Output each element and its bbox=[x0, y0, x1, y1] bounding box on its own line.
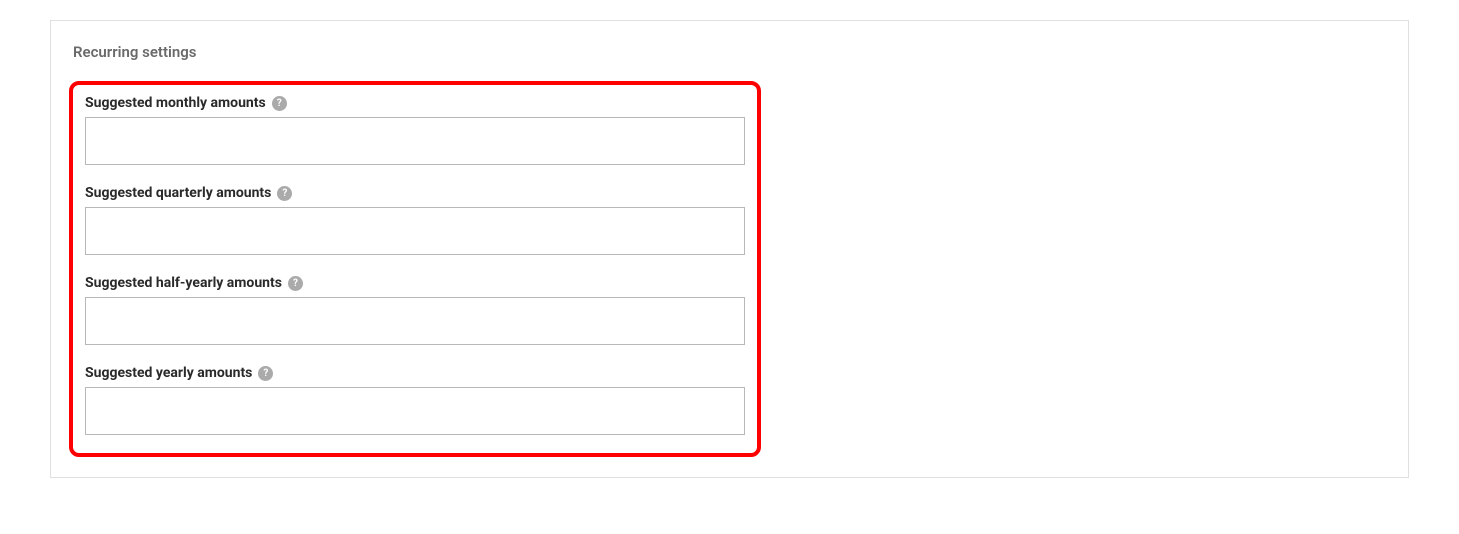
input-halfyearly[interactable] bbox=[85, 297, 745, 345]
highlighted-fields-box: Suggested monthly amounts ? Suggested qu… bbox=[69, 81, 761, 457]
input-monthly[interactable] bbox=[85, 117, 745, 165]
input-yearly[interactable] bbox=[85, 387, 745, 435]
field-group-halfyearly: Suggested half-yearly amounts ? bbox=[85, 275, 745, 345]
label-text-quarterly: Suggested quarterly amounts bbox=[85, 185, 271, 201]
field-group-monthly: Suggested monthly amounts ? bbox=[85, 95, 745, 165]
label-text-yearly: Suggested yearly amounts bbox=[85, 365, 252, 381]
help-icon[interactable]: ? bbox=[258, 366, 273, 381]
label-halfyearly: Suggested half-yearly amounts ? bbox=[85, 275, 745, 291]
input-quarterly[interactable] bbox=[85, 207, 745, 255]
field-group-quarterly: Suggested quarterly amounts ? bbox=[85, 185, 745, 255]
field-group-yearly: Suggested yearly amounts ? bbox=[85, 365, 745, 435]
help-icon[interactable]: ? bbox=[288, 276, 303, 291]
recurring-settings-panel: Recurring settings Suggested monthly amo… bbox=[50, 20, 1409, 478]
label-quarterly: Suggested quarterly amounts ? bbox=[85, 185, 745, 201]
panel-title: Recurring settings bbox=[51, 21, 1408, 71]
help-icon[interactable]: ? bbox=[277, 186, 292, 201]
label-text-monthly: Suggested monthly amounts bbox=[85, 95, 266, 111]
label-monthly: Suggested monthly amounts ? bbox=[85, 95, 745, 111]
label-text-halfyearly: Suggested half-yearly amounts bbox=[85, 275, 282, 291]
help-icon[interactable]: ? bbox=[272, 96, 287, 111]
label-yearly: Suggested yearly amounts ? bbox=[85, 365, 745, 381]
